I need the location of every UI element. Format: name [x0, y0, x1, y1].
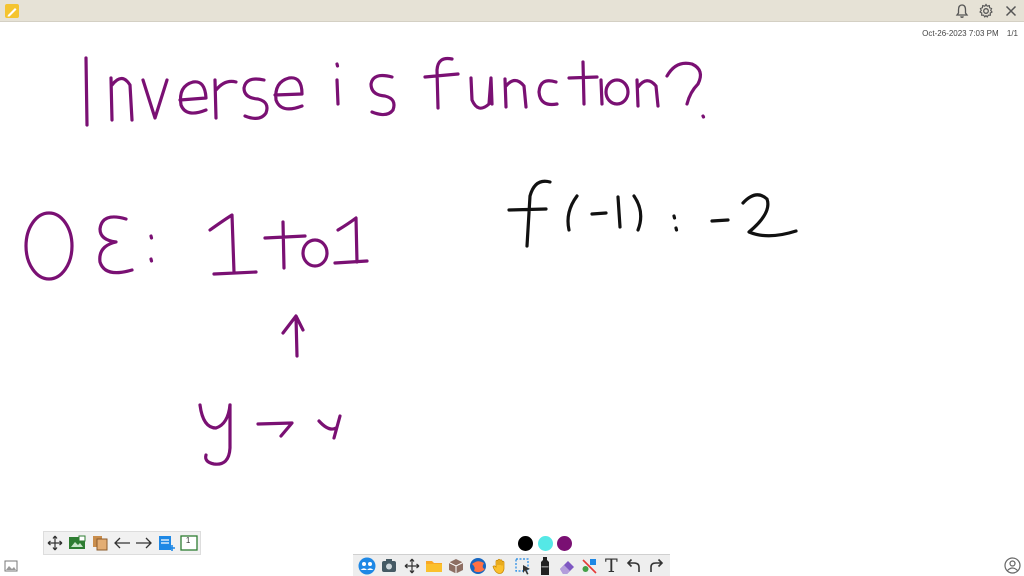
copy-pages-icon[interactable] — [90, 533, 110, 553]
select-icon[interactable] — [513, 556, 533, 576]
avatar-icon[interactable] — [1004, 557, 1021, 574]
whiteboard-canvas[interactable] — [0, 22, 1024, 532]
close-icon[interactable] — [1003, 3, 1019, 19]
color-swatch-cyan[interactable] — [538, 536, 553, 551]
marker-icon[interactable] — [535, 556, 555, 576]
handwriting-title — [84, 56, 706, 127]
browser-icon[interactable] — [468, 556, 488, 576]
pencil-app-icon[interactable] — [4, 3, 20, 19]
move-icon[interactable] — [45, 533, 65, 553]
bell-icon[interactable] — [954, 3, 970, 19]
forward-arrow-icon[interactable] — [134, 533, 154, 553]
folder-icon[interactable] — [424, 556, 444, 576]
handwriting-up-arrow — [281, 314, 305, 358]
hand-icon[interactable] — [490, 556, 510, 576]
add-page-icon[interactable] — [157, 533, 177, 553]
users-icon[interactable] — [357, 556, 377, 576]
screenshot-icon[interactable] — [379, 556, 399, 576]
3d-box-icon[interactable] — [446, 556, 466, 576]
main-toolbar: T — [353, 554, 670, 576]
page-toolbar: 1 — [43, 531, 201, 555]
image-icon[interactable] — [67, 533, 87, 553]
color-swatch-purple[interactable] — [557, 536, 572, 551]
handwriting-y-to-x — [198, 403, 342, 466]
handwriting-function-value — [507, 179, 798, 248]
gear-icon[interactable] — [978, 3, 994, 19]
page-number-icon[interactable]: 1 — [179, 533, 199, 553]
handwriting-one-to-one — [24, 211, 369, 281]
undo-icon[interactable] — [624, 556, 644, 576]
color-swatch-black[interactable] — [518, 536, 533, 551]
shapes-icon[interactable] — [579, 556, 599, 576]
title-bar — [0, 0, 1024, 22]
eraser-icon[interactable] — [557, 556, 577, 576]
text-tool-label: T — [604, 554, 618, 576]
text-icon[interactable]: T — [601, 556, 621, 576]
page-number-label: 1 — [185, 536, 191, 545]
move-icon[interactable] — [402, 556, 422, 576]
back-arrow-icon[interactable] — [112, 533, 132, 553]
gallery-icon[interactable] — [4, 559, 18, 573]
redo-icon[interactable] — [646, 556, 666, 576]
